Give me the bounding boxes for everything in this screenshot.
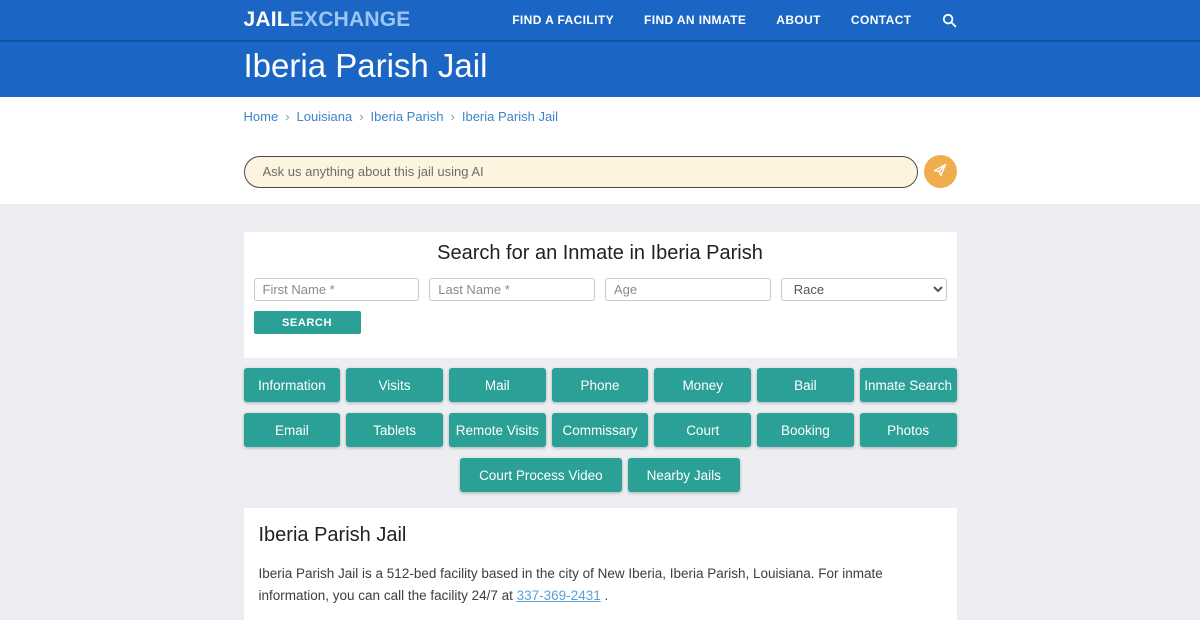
quick-link-inmate-search[interactable]: Inmate Search	[859, 368, 957, 402]
age-field[interactable]	[605, 278, 771, 301]
send-button[interactable]	[923, 155, 957, 188]
paper-plane-icon	[932, 162, 948, 181]
inmate-search-card: Search for an Inmate in Iberia Parish Ra…	[243, 232, 957, 358]
quick-link-nearby-jails[interactable]: Nearby Jails	[627, 458, 740, 492]
ai-search-row	[243, 155, 957, 188]
search-icon[interactable]	[942, 13, 957, 28]
chevron-right-icon: ›	[359, 109, 364, 124]
quick-link-money[interactable]: Money	[654, 368, 752, 402]
search-button[interactable]: SEARCH	[253, 311, 361, 334]
quick-link-court[interactable]: Court	[654, 413, 752, 447]
breadcrumb: Home › Louisiana › Iberia Parish › Iberi…	[244, 97, 957, 124]
phone-number-link[interactable]: 337-369-2431	[517, 588, 601, 603]
quick-link-tablets[interactable]: Tablets	[346, 413, 443, 447]
jailexchange-logo[interactable]: JAILEXCHANGE	[244, 8, 411, 32]
quick-link-remote-visits[interactable]: Remote Visits	[448, 413, 546, 447]
breadcrumb-iberia-parish[interactable]: Iberia Parish	[371, 109, 444, 124]
page-title: Iberia Parish Jail	[243, 47, 488, 84]
top-navbar: JAILEXCHANGE FIND A FACILITY FIND AN INM…	[0, 0, 1200, 40]
chevron-right-icon: ›	[285, 109, 290, 124]
quick-links-row3: Court Process Video Nearby Jails	[244, 458, 957, 492]
last-name-field[interactable]	[429, 278, 595, 301]
race-select[interactable]: Race	[780, 278, 947, 301]
about-card: Iberia Parish Jail Iberia Parish Jail is…	[243, 508, 957, 620]
quick-link-photos[interactable]: Photos	[859, 413, 957, 447]
nav-find-a-facility[interactable]: FIND A FACILITY	[512, 13, 614, 27]
quick-link-booking[interactable]: Booking	[757, 413, 854, 447]
logo-text-exchange: EXCHANGE	[289, 8, 411, 31]
ai-question-input[interactable]	[243, 155, 918, 188]
breadcrumb-louisiana[interactable]: Louisiana	[297, 109, 353, 124]
inmate-search-fields: Race	[253, 278, 947, 301]
page-banner: Iberia Parish Jail	[0, 40, 1200, 97]
nav-about[interactable]: ABOUT	[776, 13, 821, 27]
first-name-field[interactable]	[253, 278, 420, 301]
chevron-right-icon: ›	[450, 109, 455, 124]
quick-link-mail[interactable]: Mail	[448, 368, 546, 402]
about-p1-period: .	[600, 587, 609, 603]
breadcrumb-home[interactable]: Home	[244, 109, 279, 124]
quick-links-grid: Information Visits Mail Phone Money Bail…	[243, 368, 957, 447]
quick-link-information[interactable]: Information	[243, 368, 341, 402]
white-strip: Home › Louisiana › Iberia Parish › Iberi…	[0, 97, 1200, 204]
quick-link-phone[interactable]: Phone	[551, 368, 649, 402]
about-heading: Iberia Parish Jail	[258, 524, 407, 546]
quick-link-email[interactable]: Email	[243, 413, 341, 447]
breadcrumb-iberia-parish-jail[interactable]: Iberia Parish Jail	[462, 109, 558, 124]
quick-links: Information Visits Mail Phone Money Bail…	[243, 368, 957, 492]
quick-link-commissary[interactable]: Commissary	[551, 413, 649, 447]
about-paragraph-1: Iberia Parish Jail is a 512-bed facility…	[259, 563, 942, 606]
logo-text-jail: JAIL	[243, 8, 290, 31]
nav-contact[interactable]: CONTACT	[851, 13, 912, 27]
main-nav: FIND A FACILITY FIND AN INMATE ABOUT CON…	[512, 13, 956, 28]
quick-link-visits[interactable]: Visits	[346, 368, 443, 402]
quick-link-court-process-video[interactable]: Court Process Video	[460, 458, 622, 492]
nav-find-an-inmate[interactable]: FIND AN INMATE	[644, 13, 746, 27]
inmate-search-title: Search for an Inmate in Iberia Parish	[437, 242, 763, 264]
quick-link-bail[interactable]: Bail	[757, 368, 854, 402]
